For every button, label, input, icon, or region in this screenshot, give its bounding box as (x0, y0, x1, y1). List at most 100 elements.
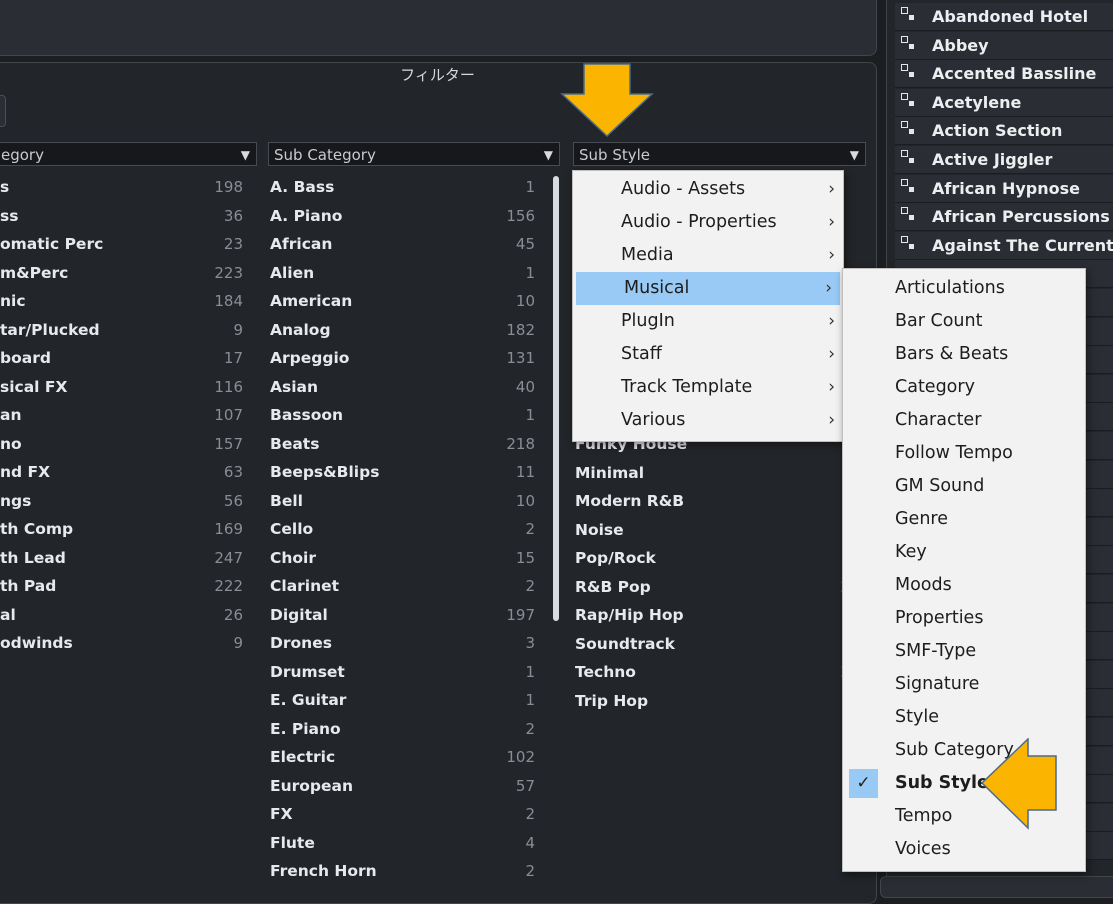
list-item[interactable]: sical FX 116 (0, 373, 258, 401)
list-item[interactable]: A. Bass 1 (270, 173, 550, 201)
list-item[interactable]: Rap/Hip Hop (575, 601, 865, 629)
list-item[interactable]: Pop/Rock1 (575, 544, 865, 572)
submenu-item[interactable]: Signature (843, 668, 1085, 701)
submenu-item[interactable]: Voices (843, 833, 1085, 866)
preset-item[interactable]: Acetylene (895, 88, 1113, 117)
list-item[interactable]: omatic Perc 23 (0, 230, 258, 258)
submenu-item[interactable]: Style (843, 701, 1085, 734)
menu-item[interactable]: Media › (573, 239, 843, 272)
list-item[interactable]: Drumset 1 (270, 658, 550, 686)
list-item[interactable]: al 26 (0, 601, 258, 629)
bottom-right-panel (880, 876, 1113, 898)
submenu-item[interactable]: Properties (843, 602, 1085, 635)
menu-item[interactable]: Staff › (573, 338, 843, 371)
submenu-item[interactable]: GM Sound (843, 470, 1085, 503)
sub-category-dropdown[interactable]: Sub Category ▼ (268, 142, 560, 166)
preset-name: Acetylene (932, 92, 1022, 112)
list-item[interactable]: A. Piano 156 (270, 202, 550, 230)
preset-item[interactable]: African Percussions - 11 (895, 203, 1113, 232)
list-item[interactable]: th Comp 169 (0, 515, 258, 543)
list-item[interactable]: Modern R&B (575, 487, 865, 515)
list-item[interactable]: Beats 218 (270, 430, 550, 458)
list-item[interactable]: Arpeggio 131 (270, 344, 550, 372)
list-item[interactable]: nd FX 63 (0, 458, 258, 486)
list-item[interactable]: FX 2 (270, 800, 550, 828)
sub-category-dropdown-label: Sub Category (274, 146, 376, 164)
list-item[interactable]: French Horn 2 (270, 857, 550, 885)
list-item[interactable]: Trip Hop (575, 687, 865, 715)
list-item[interactable]: Drones 3 (270, 629, 550, 657)
list-item[interactable]: Soundtrack (575, 630, 865, 658)
submenu-item[interactable]: Category (843, 371, 1085, 404)
list-item[interactable]: ngs 56 (0, 487, 258, 515)
list-item[interactable]: Alien 1 (270, 259, 550, 287)
list-item[interactable]: Bassoon 1 (270, 401, 550, 429)
preset-item[interactable]: Accented Bassline (895, 60, 1113, 89)
filter-toolbar-button[interactable] (0, 95, 6, 127)
preset-item[interactable]: Action Section (895, 117, 1113, 146)
sub-category-scrollbar[interactable] (553, 176, 559, 621)
list-item[interactable]: American 10 (270, 287, 550, 315)
list-item[interactable]: Clarinet 2 (270, 572, 550, 600)
list-item-count: 2 (525, 805, 535, 823)
list-item[interactable]: Cello 2 (270, 515, 550, 543)
list-item[interactable]: th Lead 247 (0, 544, 258, 572)
submenu-item[interactable]: Genre (843, 503, 1085, 536)
list-item-name: Drumset (270, 662, 345, 681)
list-item[interactable]: Asian 40 (270, 373, 550, 401)
submenu-item[interactable]: Articulations (843, 272, 1085, 305)
list-item[interactable]: R&B Pop2 (575, 573, 865, 601)
list-item[interactable]: Beeps&Blips 11 (270, 458, 550, 486)
list-item[interactable]: ss 36 (0, 202, 258, 230)
submenu-item[interactable]: Character (843, 404, 1085, 437)
list-item[interactable]: Electric 102 (270, 743, 550, 771)
list-item[interactable]: Flute 4 (270, 829, 550, 857)
list-item-count: 247 (214, 548, 243, 567)
list-item-name: Clarinet (270, 577, 340, 595)
submenu-item[interactable]: Key (843, 536, 1085, 569)
menu-item[interactable]: Track Template › (573, 371, 843, 404)
menu-item[interactable]: Various › (573, 404, 843, 437)
submenu-item[interactable]: Bar Count (843, 305, 1085, 338)
list-item[interactable]: th Pad 222 (0, 572, 258, 600)
list-item[interactable]: E. Guitar 1 (270, 686, 550, 714)
list-item[interactable]: an 107 (0, 401, 258, 429)
list-item[interactable]: European 57 (270, 772, 550, 800)
submenu-item[interactable]: Moods (843, 569, 1085, 602)
preset-item[interactable]: Active Jiggler (895, 146, 1113, 174)
filter-panel-title: フィルター (400, 66, 475, 84)
list-item[interactable]: Analog 182 (270, 316, 550, 344)
list-item[interactable]: no 157 (0, 430, 258, 458)
list-item[interactable]: Choir 15 (270, 544, 550, 572)
menu-item[interactable]: PlugIn › (573, 305, 843, 338)
list-item[interactable]: odwinds 9 (0, 629, 258, 657)
list-item[interactable]: tar/Plucked 9 (0, 316, 258, 344)
preset-icon-outline (901, 207, 908, 215)
category-dropdown[interactable]: egory ▼ (0, 142, 257, 166)
submenu-item[interactable]: Follow Tempo (843, 437, 1085, 470)
submenu-item[interactable]: Bars & Beats (843, 338, 1085, 371)
list-item[interactable]: board 17 (0, 344, 258, 372)
list-item[interactable]: m&Perc 223 (0, 259, 258, 287)
list-item[interactable]: E. Piano 2 (270, 715, 550, 743)
submenu-item[interactable]: SMF-Type (843, 635, 1085, 668)
list-item[interactable]: Bell 10 (270, 487, 550, 515)
submenu-item-label: Tempo (895, 806, 953, 826)
preset-name: Abandoned Hotel (932, 7, 1089, 26)
list-item[interactable]: Digital 197 (270, 601, 550, 629)
list-item[interactable]: Noise (575, 516, 865, 544)
list-item[interactable]: African 45 (270, 230, 550, 258)
list-item[interactable]: Techno2 (575, 658, 865, 686)
preset-item[interactable]: Abandoned Hotel (895, 3, 1113, 31)
menu-item[interactable]: Audio - Properties › (573, 206, 843, 239)
list-item[interactable]: s 198 (0, 173, 258, 201)
sub-category-list: A. Bass 1 A. Piano 156 African 45 Alien 1 Americ… (270, 173, 550, 889)
preset-item[interactable]: Against The Current (895, 231, 1113, 260)
list-item[interactable]: nic 184 (0, 287, 258, 315)
menu-item[interactable]: Musical › (576, 272, 840, 305)
preset-item[interactable]: Abbey (895, 31, 1113, 60)
sub-style-dropdown[interactable]: Sub Style ▼ (573, 142, 866, 166)
menu-item[interactable]: Audio - Assets › (573, 173, 843, 206)
list-item[interactable]: Minimal (575, 459, 865, 487)
preset-item[interactable]: African Hypnose (895, 174, 1113, 203)
